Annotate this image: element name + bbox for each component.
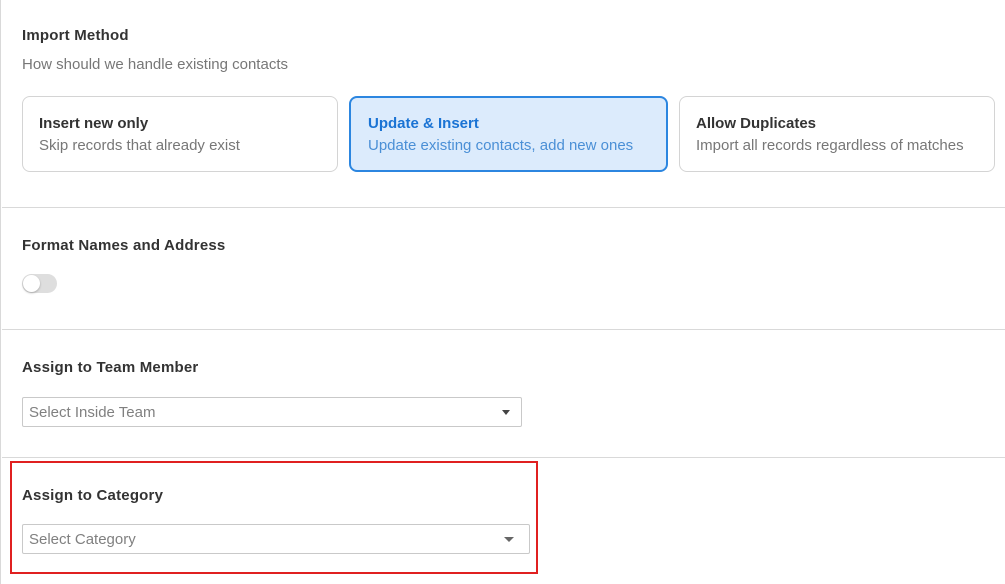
option-update-and-insert[interactable]: Update & Insert Update existing contacts… [349, 96, 668, 172]
team-member-title: Assign to Team Member [22, 359, 199, 376]
team-member-section: Assign to Team Member Select Inside Team [2, 330, 1005, 458]
import-method-section: Import Method How should we handle exist… [2, 0, 1005, 208]
option-description: Update existing contacts, add new ones [368, 137, 634, 154]
option-insert-new-only[interactable]: Insert new only Skip records that alread… [22, 96, 338, 172]
import-settings-panel: Import Method How should we handle exist… [0, 0, 1005, 584]
team-member-select[interactable]: Select Inside Team [22, 397, 522, 427]
category-select[interactable]: Select Category [22, 524, 530, 554]
option-description: Skip records that already exist [39, 137, 240, 154]
import-method-title: Import Method [22, 27, 129, 44]
format-names-section: Format Names and Address [2, 208, 1005, 330]
format-names-title: Format Names and Address [22, 237, 226, 254]
category-section: Assign to Category Select Category [2, 458, 1005, 584]
category-select-value: Select Category [29, 531, 136, 548]
caret-down-icon [502, 410, 510, 415]
format-names-toggle[interactable] [22, 274, 57, 293]
category-title: Assign to Category [22, 487, 164, 504]
import-method-subtitle: How should we handle existing contacts [22, 56, 288, 73]
option-title: Insert new only [39, 115, 149, 132]
team-member-select-value: Select Inside Team [29, 404, 156, 421]
toggle-knob [23, 275, 40, 292]
caret-down-icon [504, 537, 514, 542]
option-description: Import all records regardless of matches [696, 137, 964, 154]
option-title: Update & Insert [368, 115, 479, 132]
option-title: Allow Duplicates [696, 115, 817, 132]
option-allow-duplicates[interactable]: Allow Duplicates Import all records rega… [679, 96, 995, 172]
